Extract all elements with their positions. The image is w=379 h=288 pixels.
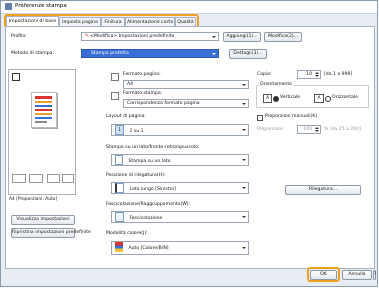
tab-basic-settings[interactable]: Impostazioni di base: [6, 16, 59, 26]
single-sided-icon: [115, 155, 123, 165]
output-size-dropdown[interactable]: Corrispondenza formato pagina: [123, 99, 249, 108]
output-method-dropdown[interactable]: Stampa protetta: [81, 49, 219, 58]
title-bar: Preferenze stampa: [1, 1, 377, 14]
chevron-down-icon: [212, 53, 216, 55]
chevron-down-icon: [212, 36, 216, 38]
portrait-label: Verticale: [280, 95, 301, 100]
profile-label: Profilo:: [11, 34, 27, 39]
landscape-radio[interactable]: [325, 96, 331, 102]
copies-stepper[interactable]: 10: [297, 70, 321, 79]
profile-dropdown[interactable]: ✎ <Modifica> Impostazioni predefinite: [81, 32, 219, 41]
chevron-down-icon: [242, 247, 246, 249]
preview-area: [8, 69, 76, 195]
orientation-label: Orientamento: [259, 82, 293, 87]
increment-icon[interactable]: [315, 127, 319, 129]
page-layout-dropdown[interactable]: 1 1 su 1: [111, 124, 249, 136]
binding-button[interactable]: Rilegatura...: [285, 185, 361, 195]
binding-edge-icon: [115, 183, 124, 193]
decrement-icon[interactable]: [315, 130, 319, 132]
chevron-down-icon: [242, 84, 246, 86]
output-method-value: Stampa protetta: [91, 51, 129, 56]
output-size-label: Formato stampa:: [123, 91, 163, 96]
add-profile-button[interactable]: Aggiungi(1)...: [223, 32, 261, 42]
layout-icon: 1: [115, 125, 124, 135]
binding-value: Lato lungo [Sinistro]: [129, 186, 176, 192]
color-mode-dropdown[interactable]: Auto [Colore/B/N]: [111, 241, 249, 255]
preview-mode-icon[interactable]: [12, 73, 20, 81]
print-style-icon[interactable]: [12, 174, 26, 183]
increment-icon[interactable]: [315, 72, 319, 74]
chevron-down-icon: [242, 129, 246, 131]
manual-scaling-label: Proporzioni manuali(K): [265, 114, 318, 119]
output-size-icon: [111, 92, 119, 100]
paper-icon[interactable]: [62, 174, 74, 183]
edit-profile-button[interactable]: Modifica(2)...: [264, 32, 302, 42]
layout-style-icon[interactable]: [29, 174, 43, 183]
chevron-down-icon: [242, 159, 246, 161]
copies-label: Copie:: [257, 72, 272, 77]
print-preferences-window: Preferenze stampa Impostazioni di base I…: [0, 0, 378, 287]
binding-label: Posizione di rilegatura(H):: [106, 173, 166, 178]
scaling-range: % [da 25 a 200]: [324, 127, 361, 132]
landscape-label: Orizzontale: [332, 95, 359, 100]
tab-quality[interactable]: Qualità: [175, 17, 196, 26]
scaling-field-label: Proporzioni:: [257, 127, 285, 132]
staple-icon[interactable]: [47, 174, 60, 183]
preview-caption: A4 [Proporzioni: Auto]: [9, 197, 58, 202]
output-size-value: Corrispondenza formato pagina: [127, 101, 200, 106]
scaling-value: 100: [303, 127, 312, 132]
manual-scaling-checkbox[interactable]: [257, 115, 263, 121]
details-button[interactable]: Dettagli(3)...: [229, 49, 267, 59]
cancel-button[interactable]: Annulla: [342, 270, 372, 280]
color-mode-icon: [115, 242, 123, 252]
portrait-radio[interactable]: [273, 96, 279, 102]
duplex-value: Stampa su un lato: [128, 158, 171, 164]
copies-value: 10: [306, 72, 312, 77]
page-layout-label: Layout di pagina:: [106, 114, 146, 119]
restore-defaults-button[interactable]: Ripristina impostazioni predefinite: [11, 228, 91, 238]
finishing-label: Fascicolazione/Raggruppamento(W):: [106, 202, 191, 207]
binding-dropdown[interactable]: Lato lungo [Sinistro]: [111, 182, 249, 194]
decrement-icon[interactable]: [315, 75, 319, 77]
page-layout-value: 1 su 1: [129, 128, 144, 134]
help-button[interactable]: ?: [373, 270, 376, 280]
tab-paper-source[interactable]: Alimentazione carta: [125, 17, 175, 26]
page-size-dropdown[interactable]: A4: [123, 80, 249, 89]
output-method-label: Metodo di stampa:: [11, 51, 55, 56]
page-size-icon: [111, 73, 119, 81]
tab-page-setup[interactable]: Imposta pagina: [59, 17, 101, 26]
tab-finishing[interactable]: Finitura: [101, 17, 125, 26]
finishing-dropdown[interactable]: Fascicolazione: [111, 211, 249, 223]
view-settings-button[interactable]: Visualizza impostazioni: [11, 215, 75, 225]
page-size-value: A4: [127, 82, 134, 87]
collate-icon: [115, 212, 124, 222]
page-size-label: Formato pagina:: [123, 72, 161, 77]
color-mode-label: Modalità colore(J):: [106, 231, 148, 236]
ok-button[interactable]: OK: [310, 270, 337, 280]
copies-range: [da 1 a 999]: [324, 72, 353, 77]
profile-value: <Modifica> Impostazioni predefinite: [90, 34, 175, 39]
pencil-icon: ✎: [85, 34, 89, 39]
duplex-label: Stampa su un lato/fronte-retro/opuscolo:: [106, 145, 200, 150]
color-mode-value: Auto [Colore/B/N]: [128, 245, 169, 251]
chevron-down-icon: [242, 187, 246, 189]
portrait-icon: A: [263, 94, 272, 103]
duplex-dropdown[interactable]: Stampa su un lato: [111, 154, 249, 166]
scaling-stepper[interactable]: 100: [297, 125, 321, 134]
finishing-value: Fascicolazione: [129, 215, 163, 221]
page-preview-icon: [31, 92, 57, 128]
chevron-down-icon: [242, 103, 246, 105]
printer-icon: [5, 3, 12, 10]
landscape-icon: A: [314, 94, 324, 103]
window-title: Preferenze stampa: [15, 3, 67, 9]
chevron-down-icon: [242, 216, 246, 218]
